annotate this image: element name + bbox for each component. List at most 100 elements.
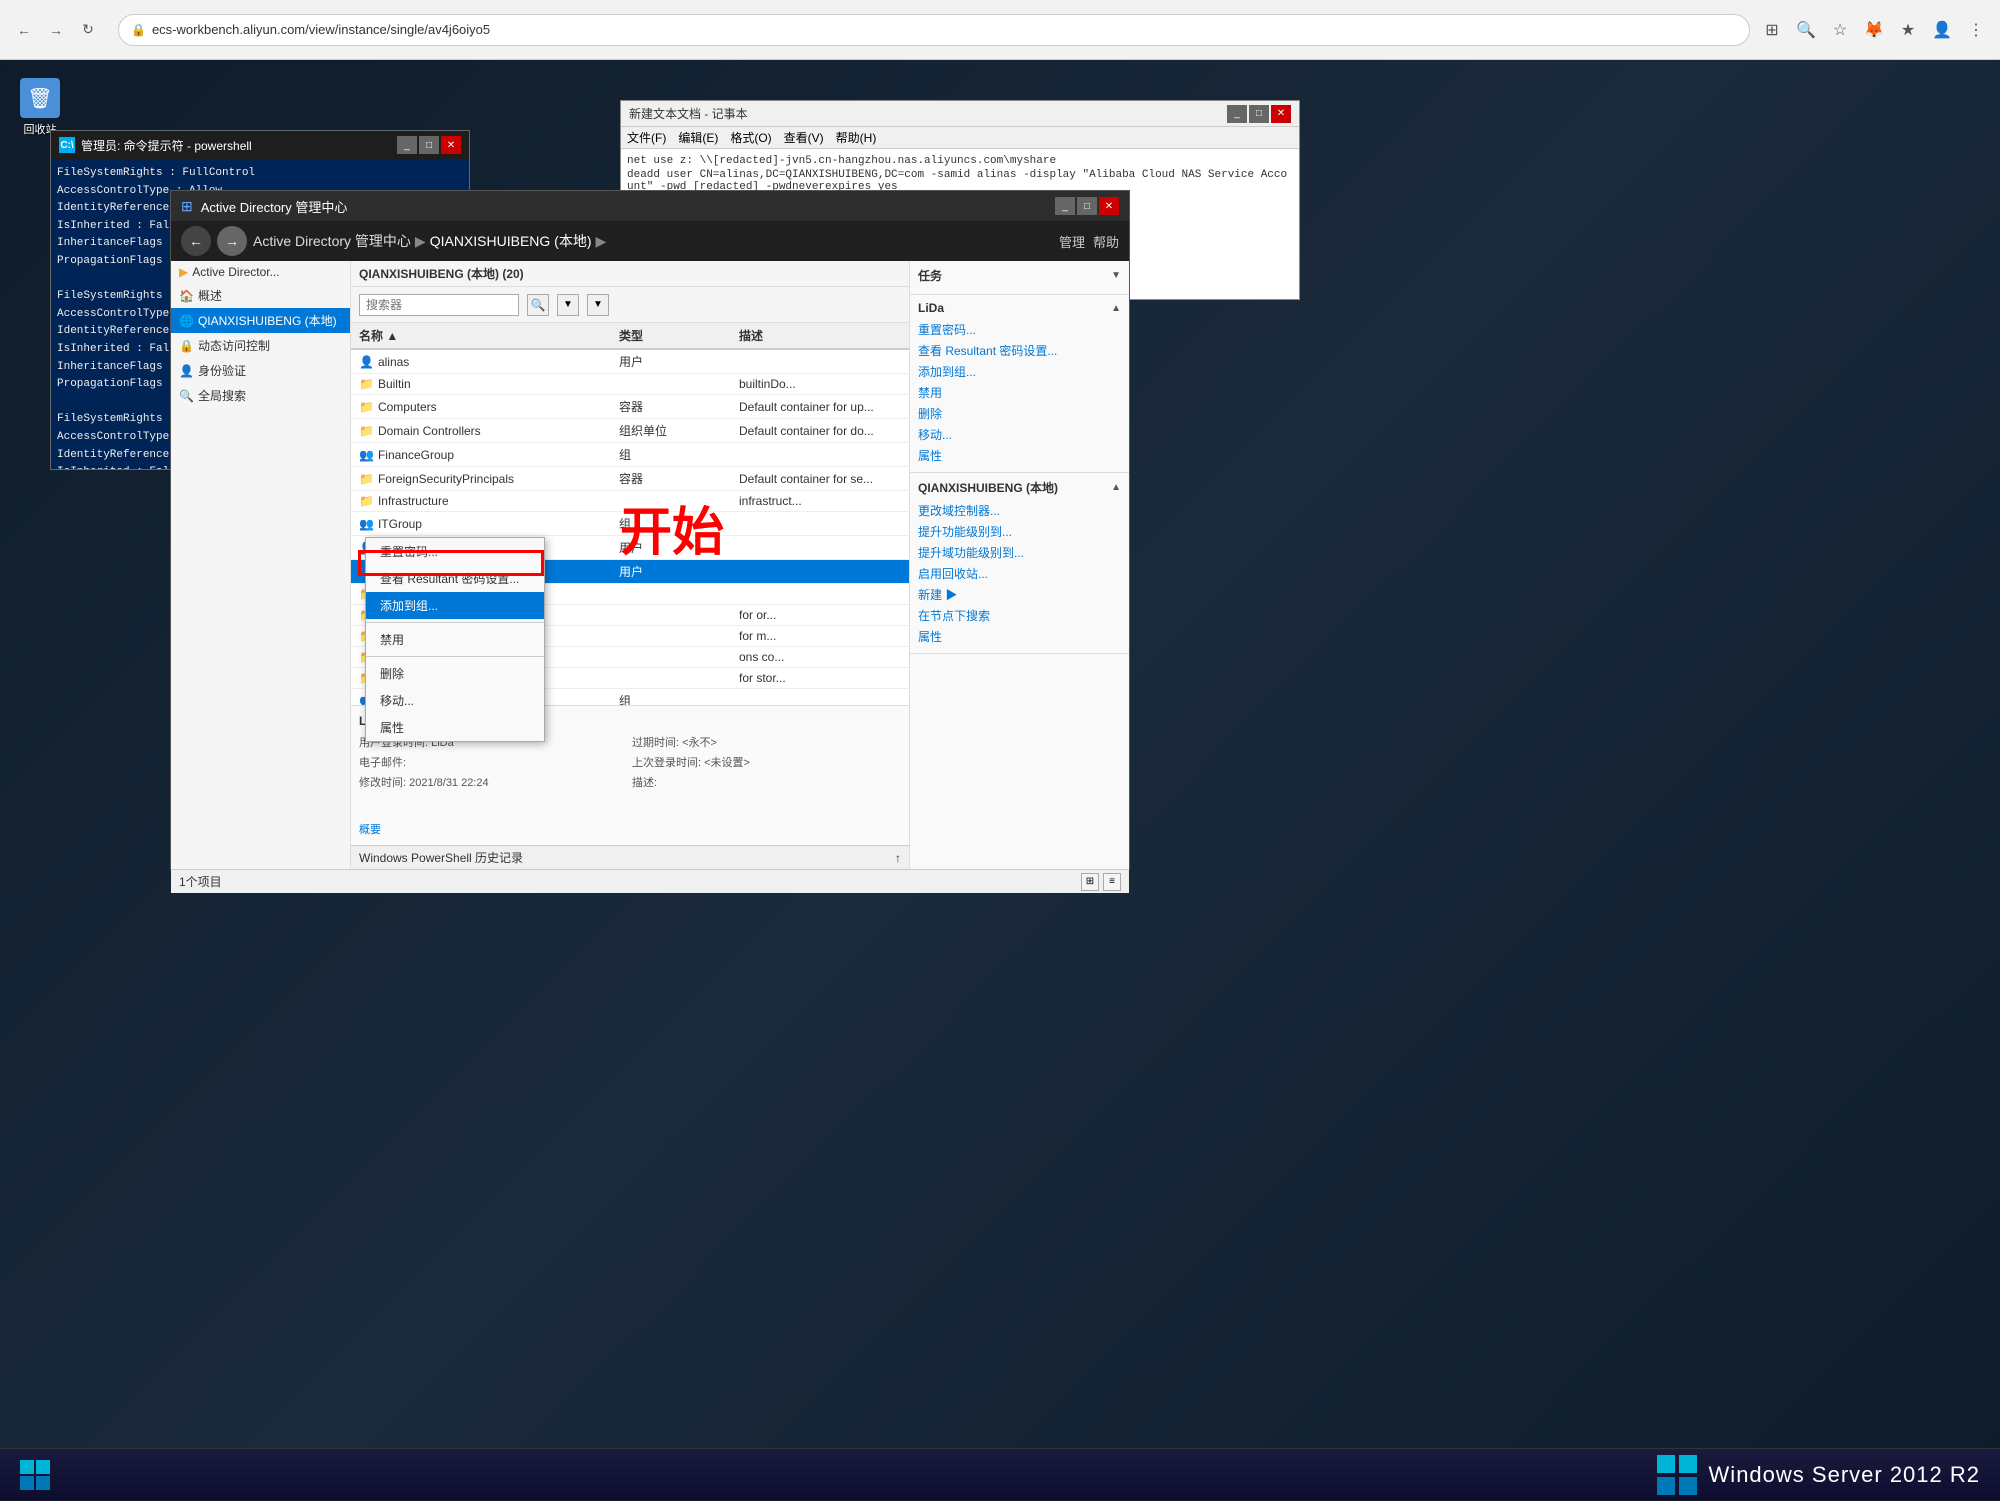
ad-table-header: 名称 ▲ 类型 描述 xyxy=(351,323,909,350)
profile-btn[interactable]: 👤 xyxy=(1928,16,1956,44)
table-row[interactable]: 📁 Computers 容器 Default container for up.… xyxy=(351,395,909,419)
back-button[interactable]: ← xyxy=(10,16,38,44)
ad-manage-btn[interactable]: 管理 xyxy=(1059,232,1085,251)
breadcrumb-root[interactable]: Active Directory 管理中心 xyxy=(253,231,411,251)
menu-format[interactable]: 格式(O) xyxy=(730,129,771,146)
browser-nav: ← → ↻ xyxy=(10,16,102,44)
sidebar-ad-label: Active Director... xyxy=(192,265,279,279)
menu-help[interactable]: 帮助(H) xyxy=(836,129,877,146)
action-change-dc[interactable]: 更改域控制器... xyxy=(918,500,1121,521)
domain-collapse-btn[interactable]: ▲ xyxy=(1111,482,1121,493)
action-reset-pwd[interactable]: 重置密码... xyxy=(918,319,1121,340)
menu-view[interactable]: 查看(V) xyxy=(784,129,824,146)
ad-forward-btn[interactable]: → xyxy=(217,226,247,256)
breadcrumb-node[interactable]: QIANXISHUIBENG (本地) xyxy=(430,231,592,251)
ad-search-execute-btn[interactable]: 🔍 xyxy=(527,294,549,316)
ad-view-btn1[interactable]: ▼ xyxy=(557,294,579,316)
ctx-delete[interactable]: 删除 xyxy=(366,660,544,687)
recycle-bin-icon[interactable]: 🗑 回收站 xyxy=(10,78,70,137)
summary-btn1[interactable]: ⊞ xyxy=(1081,873,1099,891)
ctx-disable[interactable]: 禁用 xyxy=(366,626,544,653)
ps-minimize-btn[interactable]: _ xyxy=(397,136,417,154)
lida-collapse-btn[interactable]: ▲ xyxy=(1111,303,1121,314)
menu-file[interactable]: 文件(F) xyxy=(627,129,666,146)
tasks-collapse-btn[interactable]: ▼ xyxy=(1111,270,1121,281)
sidebar-item-search[interactable]: 🔍 全局搜索 xyxy=(171,383,350,408)
action-delete[interactable]: 删除 xyxy=(918,403,1121,424)
sidebar-item-ad[interactable]: ▶ Active Director... xyxy=(171,261,350,283)
ad-close-btn[interactable]: ✕ xyxy=(1099,197,1119,215)
action-add-to-group[interactable]: 添加到组... xyxy=(918,361,1121,382)
menu-edit[interactable]: 编辑(E) xyxy=(678,129,718,146)
table-row[interactable]: 👥 ITGroup 组 xyxy=(351,512,909,536)
ad-help-btn[interactable]: 帮助 xyxy=(1093,232,1119,251)
action-enable-recycle[interactable]: 启用回收站... xyxy=(918,563,1121,584)
summary-btn2[interactable]: ≡ xyxy=(1103,873,1121,891)
starred-btn[interactable]: ★ xyxy=(1894,16,1922,44)
ctx-reset-pwd[interactable]: 重置密码... xyxy=(366,538,544,565)
notepad-controls: _ □ ✕ xyxy=(1227,105,1291,123)
refresh-button[interactable]: ↻ xyxy=(74,16,102,44)
row-name-text: alinas xyxy=(378,355,409,369)
action-search-node[interactable]: 在节点下搜索 xyxy=(918,605,1121,626)
ps-close-btn[interactable]: ✕ xyxy=(441,136,461,154)
action-raise-forest[interactable]: 提升功能级别到... xyxy=(918,521,1121,542)
table-row[interactable]: 📁 ForeignSecurityPrincipals 容器 Default c… xyxy=(351,467,909,491)
notepad-close-btn[interactable]: ✕ xyxy=(1271,105,1291,123)
row-type-text: 组 xyxy=(619,515,631,532)
action-properties[interactable]: 属性 xyxy=(918,445,1121,466)
ad-sidebar: ▶ Active Director... 🏠 概述 🌐 QIANXISHUIBE… xyxy=(171,261,351,869)
start-button[interactable] xyxy=(0,1449,70,1501)
ad-view-btn2[interactable]: ▼ xyxy=(587,294,609,316)
table-row[interactable]: 👥 FinanceGroup 组 xyxy=(351,443,909,467)
notepad-minimize-btn[interactable]: _ xyxy=(1227,105,1247,123)
col-desc[interactable]: 描述 xyxy=(739,327,901,344)
ctx-properties[interactable]: 属性 xyxy=(366,714,544,741)
ctx-resultant-pwd[interactable]: 查看 Resultant 密码设置... xyxy=(366,565,544,592)
sidebar-item-domain[interactable]: 🌐 QIANXISHUIBENG (本地) xyxy=(171,308,350,333)
cell-type: 组 xyxy=(619,692,739,705)
summary-link[interactable]: 概要 xyxy=(359,815,901,837)
sidebar-item-auth[interactable]: 👤 身份验证 xyxy=(171,358,350,383)
ctx-move[interactable]: 移动... xyxy=(366,687,544,714)
col-type[interactable]: 类型 xyxy=(619,327,739,344)
ad-back-btn[interactable]: ← xyxy=(181,226,211,256)
ad-search-input[interactable] xyxy=(359,294,519,316)
breadcrumb-sep1: ▶ xyxy=(415,233,426,250)
row-desc-text: for or... xyxy=(739,608,776,622)
action-domain-properties[interactable]: 属性 xyxy=(918,626,1121,647)
search-browser-btn[interactable]: 🔍 xyxy=(1792,16,1820,44)
row-desc-text: ons co... xyxy=(739,650,784,664)
taskbar-right: Windows Server 2012 R2 xyxy=(1657,1455,2000,1495)
action-disable[interactable]: 禁用 xyxy=(918,382,1121,403)
action-new[interactable]: 新建 ▶ xyxy=(918,584,1121,605)
action-resultant-pwd[interactable]: 查看 Resultant 密码设置... xyxy=(918,340,1121,361)
row-name-text: Domain Controllers xyxy=(378,424,481,438)
address-bar[interactable]: 🔒 ecs-workbench.aliyun.com/view/instance… xyxy=(118,14,1750,46)
ps-maximize-btn[interactable]: □ xyxy=(419,136,439,154)
sidebar-item-overview[interactable]: 🏠 概述 xyxy=(171,283,350,308)
firefox-btn[interactable]: 🦊 xyxy=(1860,16,1888,44)
ctx-add-to-group[interactable]: 添加到组... xyxy=(366,592,544,619)
sidebar-item-dac[interactable]: 🔒 动态访问控制 xyxy=(171,333,350,358)
menu-btn[interactable]: ⋮ xyxy=(1962,16,1990,44)
row-type-text: 组 xyxy=(619,692,631,705)
bookmark-btn[interactable]: ☆ xyxy=(1826,16,1854,44)
notepad-titlebar: 新建文本文档 - 记事本 _ □ ✕ xyxy=(621,101,1299,127)
ps-history-bar[interactable]: Windows PowerShell 历史记录 ↑ xyxy=(351,845,909,869)
table-row[interactable]: 📁 Infrastructure infrastruct... xyxy=(351,491,909,512)
ad-minimize-btn[interactable]: _ xyxy=(1055,197,1075,215)
table-row[interactable]: 📁 Domain Controllers 组织单位 Default contai… xyxy=(351,419,909,443)
action-move[interactable]: 移动... xyxy=(918,424,1121,445)
ad-maximize-btn[interactable]: □ xyxy=(1077,197,1097,215)
table-row[interactable]: 👤 alinas 用户 xyxy=(351,350,909,374)
browser-actions: ⊞ 🔍 ☆ 🦊 ★ 👤 ⋮ xyxy=(1758,16,1990,44)
notepad-maximize-btn[interactable]: □ xyxy=(1249,105,1269,123)
cell-name: 📁 Domain Controllers xyxy=(359,424,619,438)
table-row[interactable]: 📁 Builtin builtinDo... xyxy=(351,374,909,395)
extensions-btn[interactable]: ⊞ xyxy=(1758,16,1786,44)
action-raise-domain[interactable]: 提升域功能级别到... xyxy=(918,542,1121,563)
col-name[interactable]: 名称 ▲ xyxy=(359,327,619,344)
context-menu: 重置密码... 查看 Resultant 密码设置... 添加到组... 禁用 … xyxy=(365,537,545,742)
forward-button[interactable]: → xyxy=(42,16,70,44)
